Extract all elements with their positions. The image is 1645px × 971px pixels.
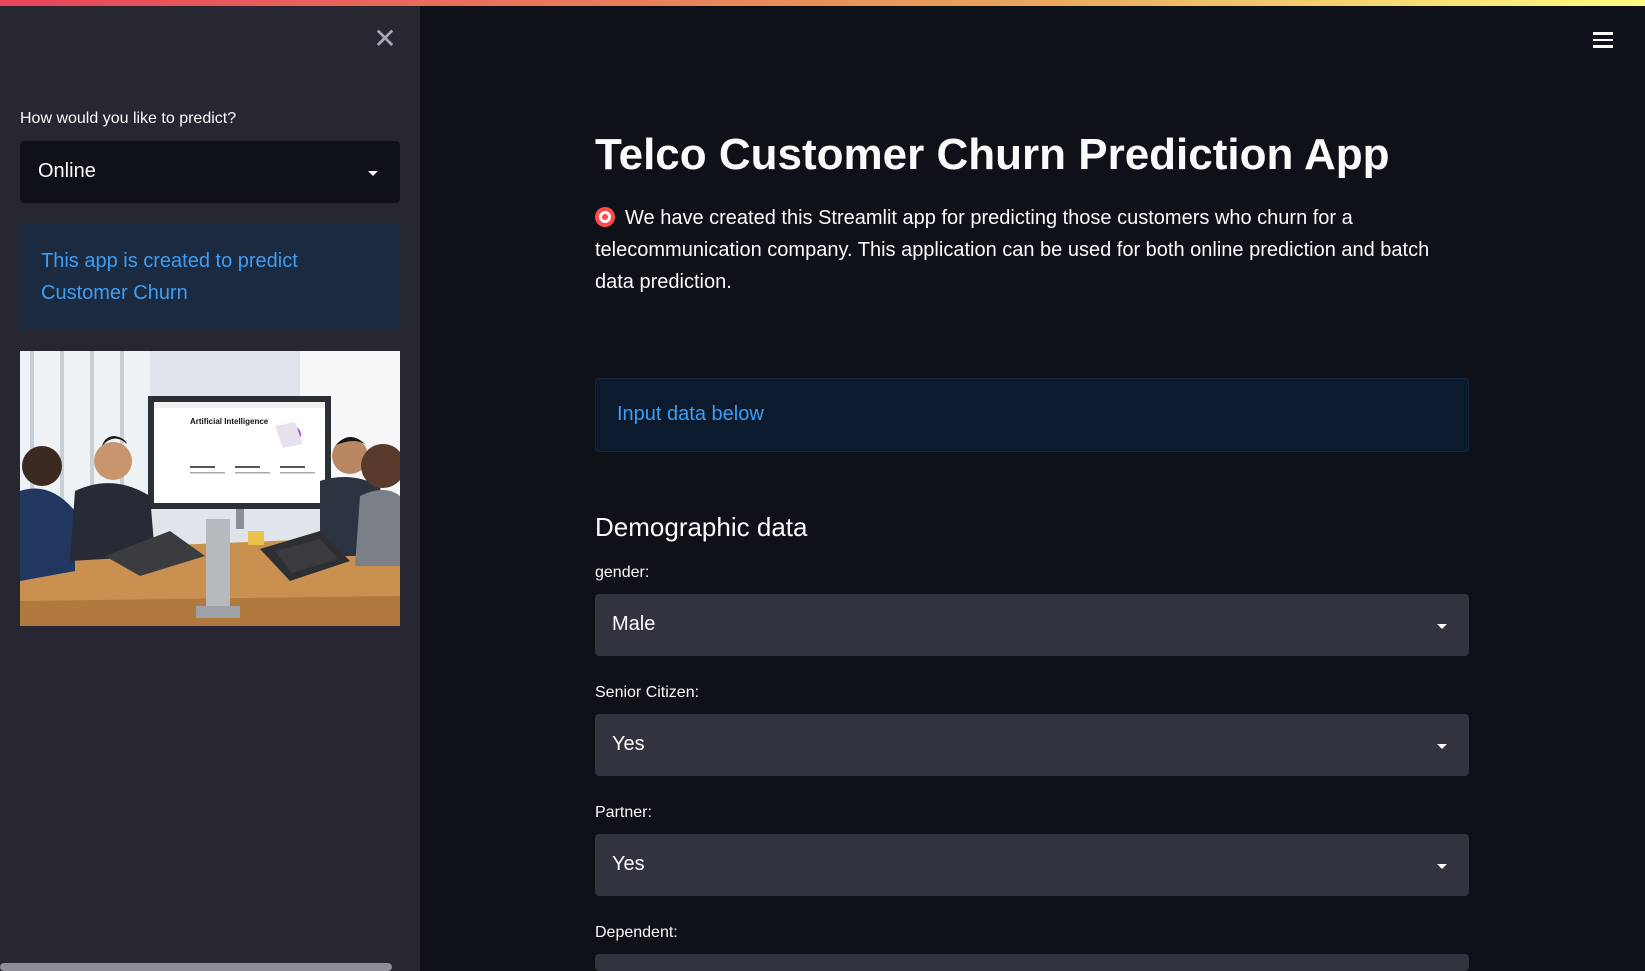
hamburger-menu-icon xyxy=(1590,32,1616,48)
chevron-down-icon xyxy=(1437,864,1447,869)
close-sidebar-button[interactable]: ✕ xyxy=(372,23,398,54)
header-decoration-bar xyxy=(0,0,1645,6)
intro-text: We have created this Streamlit app for p… xyxy=(595,207,1430,293)
main-menu-button[interactable] xyxy=(1590,28,1616,52)
senior-citizen-label: Senior Citizen: xyxy=(595,684,700,701)
partner-select[interactable]: Yes xyxy=(595,834,1469,896)
sidebar-info-box: This app is created to predict Customer … xyxy=(20,223,400,330)
sidebar-scrollbar[interactable] xyxy=(0,963,392,971)
gender-label: gender: xyxy=(595,564,650,581)
image-heading-text: Artificial Intelligence xyxy=(190,417,269,426)
input-info-box: Input data below xyxy=(595,378,1469,452)
sidebar-photo: Artificial Intelligence xyxy=(20,351,400,626)
partner-label: Partner: xyxy=(595,804,652,821)
office-meeting-illustration: Artificial Intelligence xyxy=(20,351,400,626)
chevron-down-icon xyxy=(1437,744,1447,749)
senior-citizen-value: Yes xyxy=(612,733,645,755)
predict-mode-label: How would you like to predict? xyxy=(20,110,237,127)
senior-citizen-select[interactable]: Yes xyxy=(595,714,1469,776)
sidebar-info-text: This app is created to predict Customer … xyxy=(41,250,298,304)
gender-select[interactable]: Male xyxy=(595,594,1469,656)
page-title: Telco Customer Churn Prediction App xyxy=(595,130,1390,179)
close-icon: ✕ xyxy=(373,23,397,54)
partner-value: Yes xyxy=(612,853,645,875)
dependent-label: Dependent: xyxy=(595,924,678,941)
section-title: Demographic data xyxy=(595,512,808,542)
dependent-select[interactable] xyxy=(595,954,1469,971)
dart-target-icon xyxy=(595,207,615,227)
predict-mode-select[interactable]: Online xyxy=(20,141,400,203)
predict-mode-value: Online xyxy=(38,160,96,182)
gender-value: Male xyxy=(612,613,656,635)
chevron-down-icon xyxy=(1437,624,1447,629)
sidebar: ✕ How would you like to predict? Online … xyxy=(0,0,420,971)
input-info-text: Input data below xyxy=(617,403,764,425)
chevron-down-icon xyxy=(368,171,378,176)
intro-paragraph: We have created this Streamlit app for p… xyxy=(595,202,1445,298)
